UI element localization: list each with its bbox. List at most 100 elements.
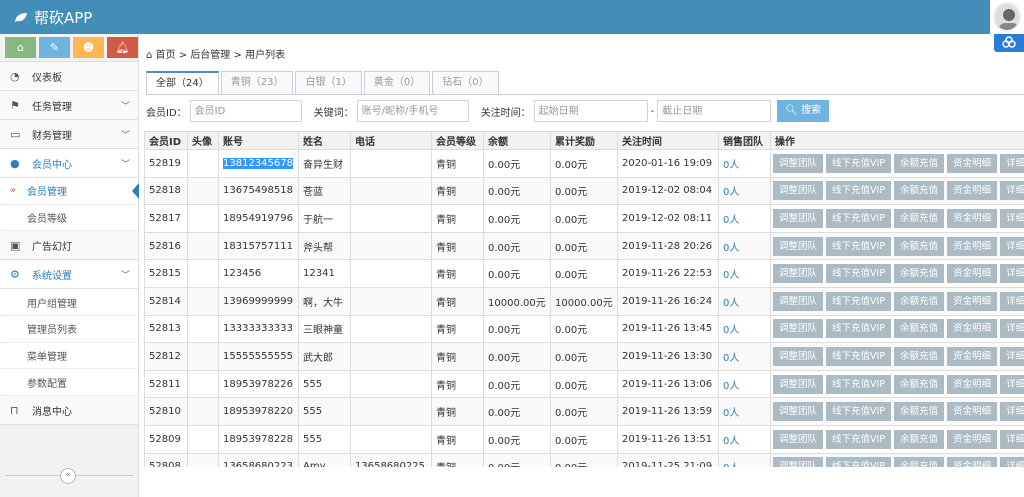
cell-team[interactable]: 0人	[718, 231, 771, 261]
offline-vip-button[interactable]: 线下充值VIP	[826, 429, 892, 449]
details-button[interactable]: 详细	[1000, 374, 1024, 394]
balance-recharge-button[interactable]: 余额充值	[894, 319, 945, 339]
shortcut-home-button[interactable]: ⌂	[5, 37, 36, 58]
fund-details-button[interactable]: 资金明细	[947, 264, 998, 284]
sidebar-subitem-member-level[interactable]: 会员等级	[0, 204, 138, 232]
offline-vip-button[interactable]: 线下充值VIP	[826, 208, 892, 228]
user-menu[interactable]	[990, 0, 1024, 34]
table-row[interactable]: 52818 13675498518 苍蓝 青铜 0.00元 0.00元 2019-12-02…	[144, 176, 1024, 206]
balance-recharge-button[interactable]: 余额充值	[894, 346, 945, 366]
balance-recharge-button[interactable]: 余额充值	[894, 291, 945, 311]
details-button[interactable]: 详细	[1000, 457, 1024, 467]
balance-recharge-button[interactable]: 余额充值	[894, 153, 945, 173]
cell-team[interactable]: 0人	[718, 452, 771, 467]
collapse-sidebar-button[interactable]: «	[60, 468, 76, 484]
balance-recharge-button[interactable]: 余额充值	[894, 208, 945, 228]
tab-all[interactable]: 全部（24）	[146, 71, 219, 95]
details-button[interactable]: 详细	[1000, 208, 1024, 228]
user-avatar[interactable]	[993, 2, 1021, 32]
fund-details-button[interactable]: 资金明细	[947, 402, 998, 422]
tab-gold[interactable]: 黄金（0）	[363, 71, 431, 94]
offline-vip-button[interactable]: 线下充值VIP	[826, 153, 892, 173]
adjust-team-button[interactable]: 调整团队	[773, 236, 824, 256]
adjust-team-button[interactable]: 调整团队	[773, 153, 824, 173]
adjust-team-button[interactable]: 调整团队	[773, 291, 824, 311]
cell-team[interactable]: 0人	[718, 314, 771, 344]
adjust-team-button[interactable]: 调整团队	[773, 319, 824, 339]
adjust-team-button[interactable]: 调整团队	[773, 429, 824, 449]
table-row[interactable]: 52811 18953978226 555 青铜 0.00元 0.00元 2019-11-2…	[144, 369, 1024, 399]
sidebar-subitem-menus[interactable]: 菜单管理	[0, 342, 138, 370]
fund-details-button[interactable]: 资金明细	[947, 291, 998, 311]
sidebar-item-settings[interactable]: ⚙ 系统设置 ﹀	[0, 260, 138, 290]
balance-recharge-button[interactable]: 余额充值	[894, 374, 945, 394]
details-button[interactable]: 详细	[1000, 181, 1024, 201]
adjust-team-button[interactable]: 调整团队	[773, 264, 824, 284]
fund-details-button[interactable]: 资金明细	[947, 374, 998, 394]
offline-vip-button[interactable]: 线下充值VIP	[826, 264, 892, 284]
balance-recharge-button[interactable]: 余额充值	[894, 236, 945, 256]
table-row[interactable]: 52809 18953978228 555 青铜 0.00元 0.00元 2019-11-2…	[144, 424, 1024, 454]
details-button[interactable]: 详细	[1000, 429, 1024, 449]
cell-team[interactable]: 0人	[718, 424, 771, 454]
balance-recharge-button[interactable]: 余额充值	[894, 264, 945, 284]
details-button[interactable]: 详细	[1000, 319, 1024, 339]
adjust-team-button[interactable]: 调整团队	[773, 402, 824, 422]
offline-vip-button[interactable]: 线下充值VIP	[826, 374, 892, 394]
tab-bronze[interactable]: 青铜（23）	[220, 71, 294, 94]
fund-details-button[interactable]: 资金明细	[947, 208, 998, 228]
table-row[interactable]: 5280813658680223Amy13658680225青铜0.00元0.0…	[144, 452, 1024, 467]
offline-vip-button[interactable]: 线下充值VIP	[826, 181, 892, 201]
adjust-team-button[interactable]: 调整团队	[773, 181, 824, 201]
adjust-team-button[interactable]: 调整团队	[773, 457, 824, 467]
end-date-input[interactable]	[657, 100, 772, 122]
balance-recharge-button[interactable]: 余额充值	[894, 429, 945, 449]
balance-recharge-button[interactable]: 余额充值	[894, 457, 945, 467]
sidebar-item-finance[interactable]: ▭ 财务管理 ﹀	[0, 120, 138, 149]
search-button[interactable]: 🔍︎ 搜索	[777, 100, 830, 122]
shortcut-edit-button[interactable]: ✎	[39, 37, 70, 58]
details-button[interactable]: 详细	[1000, 236, 1024, 256]
balance-recharge-button[interactable]: 余额充值	[894, 402, 945, 422]
details-button[interactable]: 详细	[1000, 402, 1024, 422]
shortcut-alert-button[interactable]: 🔔︎	[107, 37, 138, 58]
shortcut-users-button[interactable]: ☻	[73, 37, 104, 58]
adjust-team-button[interactable]: 调整团队	[773, 208, 824, 228]
details-button[interactable]: 详细	[1000, 346, 1024, 366]
table-row[interactable]: 52810 18953978220 555 青铜 0.00元 0.00元 2019-11-2…	[144, 397, 1024, 426]
tab-diamond[interactable]: 钻石（0）	[432, 71, 499, 94]
member-table-wrapper[interactable]: 会员ID 头像 账号 姓名 电话 会员等级 余额 累计奖励 关注时间 销售团队 操作 52819 13…	[144, 131, 1024, 467]
offline-vip-button[interactable]: 线下充值VIP	[826, 402, 892, 422]
sidebar-item-messages[interactable]: ⊓ 消息中心	[0, 396, 138, 426]
fund-details-button[interactable]: 资金明细	[947, 236, 998, 256]
fund-details-button[interactable]: 资金明细	[947, 181, 998, 201]
table-row[interactable]: 52812 15555555555 武大郎 青铜 0.00元 0.00元 2019-11-2…	[144, 342, 1024, 371]
details-button[interactable]: 详细	[1000, 153, 1024, 173]
sidebar-item-dashboard[interactable]: ◔ 仪表板	[0, 62, 138, 91]
table-row[interactable]: 52814 13969999999 啊，大牛 青铜 10000.00元 10000.00元…	[144, 286, 1024, 316]
offline-vip-button[interactable]: 线下充值VIP	[826, 236, 892, 256]
sidebar-subitem-usergroups[interactable]: 用户组管理	[0, 289, 138, 317]
cell-team[interactable]: 0人	[718, 342, 771, 371]
cell-team[interactable]: 0人	[718, 259, 771, 288]
sidebar-item-ads[interactable]: ▣ 广告幻灯	[0, 231, 138, 261]
sidebar-item-tasks[interactable]: ⚑ 任务管理 ﹀	[0, 91, 138, 120]
cell-team[interactable]: 0人	[718, 397, 771, 426]
offline-vip-button[interactable]: 线下充值VIP	[826, 346, 892, 366]
fund-details-button[interactable]: 资金明细	[947, 346, 998, 366]
details-button[interactable]: 详细	[1000, 264, 1024, 284]
keyword-input[interactable]	[356, 100, 469, 122]
breadcrumb-section[interactable]: 后台管理	[190, 50, 230, 61]
member-id-input[interactable]	[189, 100, 302, 122]
cell-team[interactable]: 0人	[718, 286, 771, 316]
table-row[interactable]: 52815 123456 12341 青铜 0.00元 0.00元 2019-11-26 2…	[144, 259, 1024, 288]
adjust-team-button[interactable]: 调整团队	[773, 346, 824, 366]
tab-silver[interactable]: 白银（1）	[295, 71, 362, 94]
details-button[interactable]: 详细	[1000, 291, 1024, 311]
start-date-input[interactable]	[533, 100, 648, 122]
offline-vip-button[interactable]: 线下充值VIP	[826, 457, 892, 467]
fund-details-button[interactable]: 资金明细	[947, 429, 998, 449]
table-row[interactable]: 52817 18954919796 于航一 青铜 0.00元 0.00元 2019-12-0…	[144, 204, 1024, 233]
app-brand[interactable]: 帮砍APP	[14, 7, 92, 28]
cell-team[interactable]: 0人	[718, 176, 771, 206]
